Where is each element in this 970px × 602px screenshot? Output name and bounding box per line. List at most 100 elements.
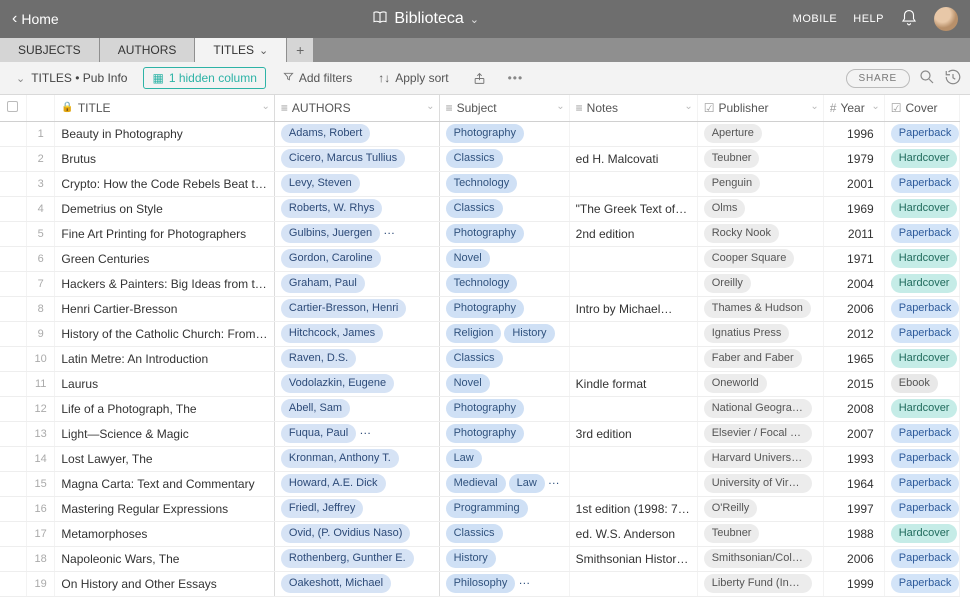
- subject-tag[interactable]: History: [446, 549, 496, 568]
- mobile-link[interactable]: MOBILE: [793, 13, 838, 25]
- cover-tag[interactable]: Hardcover: [891, 349, 958, 368]
- publisher-tag[interactable]: O'Reilly: [704, 499, 758, 518]
- table-row[interactable]: 7Hackers & Painters: Big Ideas from the …: [0, 271, 960, 296]
- cell-notes[interactable]: 1st edition (1998: 7th...: [569, 496, 697, 521]
- cell-cover[interactable]: Hardcover: [884, 271, 959, 296]
- cover-tag[interactable]: Paperback: [891, 499, 960, 518]
- col-cover[interactable]: ☑Cover: [884, 95, 959, 121]
- cover-tag[interactable]: Paperback: [891, 224, 960, 243]
- select-all-header[interactable]: [0, 95, 26, 121]
- cell-year[interactable]: 2007: [823, 421, 884, 446]
- row-checkbox-cell[interactable]: [0, 446, 26, 471]
- cell-subject[interactable]: Novel: [439, 246, 569, 271]
- cover-tag[interactable]: Paperback: [891, 474, 960, 493]
- cell-publisher[interactable]: Thames & Hudson: [697, 296, 823, 321]
- table-row[interactable]: 18Napoleonic Wars, TheRothenberg, Gunthe…: [0, 546, 960, 571]
- subject-tag[interactable]: Novel: [446, 249, 490, 268]
- hidden-columns-button[interactable]: ▦ 1 hidden column: [143, 67, 265, 89]
- author-tag[interactable]: Adams, Robert: [281, 124, 370, 143]
- col-subject[interactable]: ≡Subject⌄: [439, 95, 569, 121]
- cell-title[interactable]: Green Centuries: [55, 246, 275, 271]
- cell-cover[interactable]: Paperback: [884, 221, 959, 246]
- cell-title[interactable]: Light—Science & Magic: [55, 421, 275, 446]
- subject-tag[interactable]: Classics: [446, 524, 503, 543]
- apply-sort-button[interactable]: ↑↓ Apply sort: [369, 67, 457, 89]
- cell-year[interactable]: 1999: [823, 571, 884, 596]
- cell-authors[interactable]: Fuqua, PaulBiver, SteveHunte: [274, 421, 439, 446]
- cell-publisher[interactable]: Cooper Square: [697, 246, 823, 271]
- table-row[interactable]: 8Henri Cartier-BressonCartier-Bresson, H…: [0, 296, 960, 321]
- author-tag[interactable]: Cartier-Bresson, Henri: [281, 299, 406, 318]
- cell-publisher[interactable]: Penguin: [697, 171, 823, 196]
- cell-cover[interactable]: Hardcover: [884, 396, 959, 421]
- cell-year[interactable]: 2006: [823, 546, 884, 571]
- cell-cover[interactable]: Hardcover: [884, 346, 959, 371]
- row-checkbox-cell[interactable]: [0, 371, 26, 396]
- publisher-tag[interactable]: Smithsonian/Collins: [704, 549, 812, 568]
- subject-tag[interactable]: History: [504, 324, 554, 343]
- subject-tag[interactable]: Novel: [446, 374, 490, 393]
- row-checkbox-cell[interactable]: [0, 421, 26, 446]
- row-checkbox-cell[interactable]: [0, 346, 26, 371]
- cell-title[interactable]: Henri Cartier-Bresson: [55, 296, 275, 321]
- cell-subject[interactable]: History: [439, 546, 569, 571]
- cell-authors[interactable]: Gulbins, JuergenSteinmueller, U: [274, 221, 439, 246]
- cell-authors[interactable]: Cartier-Bresson, Henri: [274, 296, 439, 321]
- cell-title[interactable]: Lost Lawyer, The: [55, 446, 275, 471]
- cell-title[interactable]: Beauty in Photography: [55, 121, 275, 146]
- cell-cover[interactable]: Hardcover: [884, 521, 959, 546]
- cell-authors[interactable]: Rothenberg, Gunther E.: [274, 546, 439, 571]
- subject-tag[interactable]: Law: [509, 474, 545, 493]
- publisher-tag[interactable]: Teubner: [704, 149, 760, 168]
- cell-subject[interactable]: Photography: [439, 421, 569, 446]
- cell-publisher[interactable]: University of Virginia: [697, 471, 823, 496]
- tab-authors[interactable]: AUTHORS: [100, 38, 196, 62]
- cell-year[interactable]: 2015: [823, 371, 884, 396]
- cell-year[interactable]: 1971: [823, 246, 884, 271]
- table-row[interactable]: 6Green CenturiesGordon, CarolineNovelCoo…: [0, 246, 960, 271]
- cell-title[interactable]: Laurus: [55, 371, 275, 396]
- cover-tag[interactable]: Hardcover: [891, 399, 958, 418]
- cover-tag[interactable]: Hardcover: [891, 524, 958, 543]
- table-row[interactable]: 1Beauty in PhotographyAdams, RobertPhoto…: [0, 121, 960, 146]
- col-title[interactable]: 🔒TITLE⌄: [55, 95, 275, 121]
- cell-year[interactable]: 1988: [823, 521, 884, 546]
- cell-title[interactable]: Magna Carta: Text and Commentary: [55, 471, 275, 496]
- table-row[interactable]: 19On History and Other EssaysOakeshott, …: [0, 571, 960, 596]
- cell-notes[interactable]: [569, 471, 697, 496]
- tab-titles[interactable]: TITLES⌄: [195, 38, 287, 62]
- cell-year[interactable]: 1979: [823, 146, 884, 171]
- subject-tag[interactable]: Technology: [446, 174, 518, 193]
- cell-authors[interactable]: Ovid, (P. Ovidius Naso): [274, 521, 439, 546]
- cell-title[interactable]: Hackers & Painters: Big Ideas from the C…: [55, 271, 275, 296]
- cell-publisher[interactable]: Elsevier / Focal Press: [697, 421, 823, 446]
- cell-cover[interactable]: Paperback: [884, 171, 959, 196]
- cover-tag[interactable]: Paperback: [891, 299, 960, 318]
- cell-year[interactable]: 1996: [823, 121, 884, 146]
- cell-notes[interactable]: [569, 246, 697, 271]
- row-checkbox-cell[interactable]: [0, 521, 26, 546]
- cell-cover[interactable]: Ebook: [884, 371, 959, 396]
- cell-subject[interactable]: Photography: [439, 221, 569, 246]
- publisher-tag[interactable]: Rocky Nook: [704, 224, 779, 243]
- cover-tag[interactable]: Ebook: [891, 374, 938, 393]
- cell-publisher[interactable]: Faber and Faber: [697, 346, 823, 371]
- cell-publisher[interactable]: Ignatius Press: [697, 321, 823, 346]
- cell-title[interactable]: History of the Catholic Church: From the…: [55, 321, 275, 346]
- cell-title[interactable]: Fine Art Printing for Photographers: [55, 221, 275, 246]
- subject-tag[interactable]: Photography: [446, 399, 524, 418]
- cell-authors[interactable]: Kronman, Anthony T.: [274, 446, 439, 471]
- cell-cover[interactable]: Paperback: [884, 296, 959, 321]
- publisher-tag[interactable]: University of Virginia: [704, 474, 812, 493]
- cell-publisher[interactable]: Teubner: [697, 521, 823, 546]
- cell-notes[interactable]: [569, 446, 697, 471]
- publisher-tag[interactable]: Aperture: [704, 124, 762, 143]
- cell-title[interactable]: Napoleonic Wars, The: [55, 546, 275, 571]
- table-row[interactable]: 12Life of a Photograph, TheAbell, SamPho…: [0, 396, 960, 421]
- table-row[interactable]: 17MetamorphosesOvid, (P. Ovidius Naso)Cl…: [0, 521, 960, 546]
- author-tag[interactable]: Levy, Steven: [281, 174, 360, 193]
- table-row[interactable]: 3Crypto: How the Code Rebels Beat the Go…: [0, 171, 960, 196]
- author-tag[interactable]: Hitchcock, James: [281, 324, 383, 343]
- cell-publisher[interactable]: Harvard University ...: [697, 446, 823, 471]
- subject-tag[interactable]: Photography: [446, 424, 524, 443]
